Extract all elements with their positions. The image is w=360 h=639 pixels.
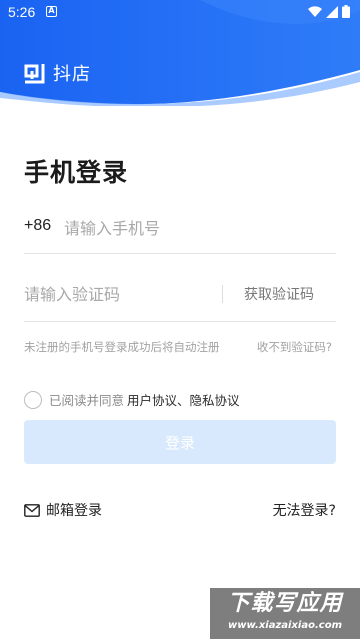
no-code-link[interactable]: 收不到验证码? <box>257 339 332 355</box>
cant-login-link[interactable]: 无法登录? <box>273 500 336 520</box>
battery-icon <box>342 5 350 18</box>
signal-icon <box>326 5 338 18</box>
status-time: 5:26 <box>8 4 36 20</box>
header-banner: 5:26 A 抖店 <box>0 0 360 106</box>
watermark-main: 下载写应用 <box>227 591 343 616</box>
brand: 抖店 <box>23 60 91 86</box>
mail-icon <box>24 503 40 517</box>
get-code-button[interactable]: 获取验证码 <box>244 284 314 304</box>
doudian-logo-icon <box>24 64 45 84</box>
phone-row: +86 <box>24 208 336 254</box>
code-row: 获取验证码 <box>24 274 336 322</box>
status-bar: 5:26 A <box>0 0 360 24</box>
auto-register-hint: 未注册的手机号登录成功后将自动注册 <box>24 340 220 354</box>
phone-input[interactable] <box>64 212 324 244</box>
brand-name: 抖店 <box>53 64 91 85</box>
agreement-row: 已阅读并同意 用户协议、隐私协议 <box>24 390 240 409</box>
email-login-label: 邮箱登录 <box>46 503 102 519</box>
watermark: 下载写应用 www.xiazaixiao.com <box>210 588 360 639</box>
notification-a-icon: A <box>46 6 57 17</box>
agreement-prefix: 已阅读并同意 <box>49 393 125 408</box>
wifi-icon <box>308 5 322 17</box>
email-login-button[interactable]: 邮箱登录 <box>24 500 102 520</box>
agreement-checkbox[interactable] <box>24 390 42 409</box>
country-code[interactable]: +86 <box>24 217 51 235</box>
code-divider <box>222 285 223 303</box>
watermark-sub: www.xiazaixiao.com <box>227 620 342 631</box>
status-icons <box>308 5 350 18</box>
page-title: 手机登录 <box>24 158 129 187</box>
agreement-links[interactable]: 用户协议、隐私协议 <box>127 390 240 409</box>
login-button[interactable]: 登录 <box>24 420 336 464</box>
verification-code-input[interactable] <box>24 278 214 310</box>
